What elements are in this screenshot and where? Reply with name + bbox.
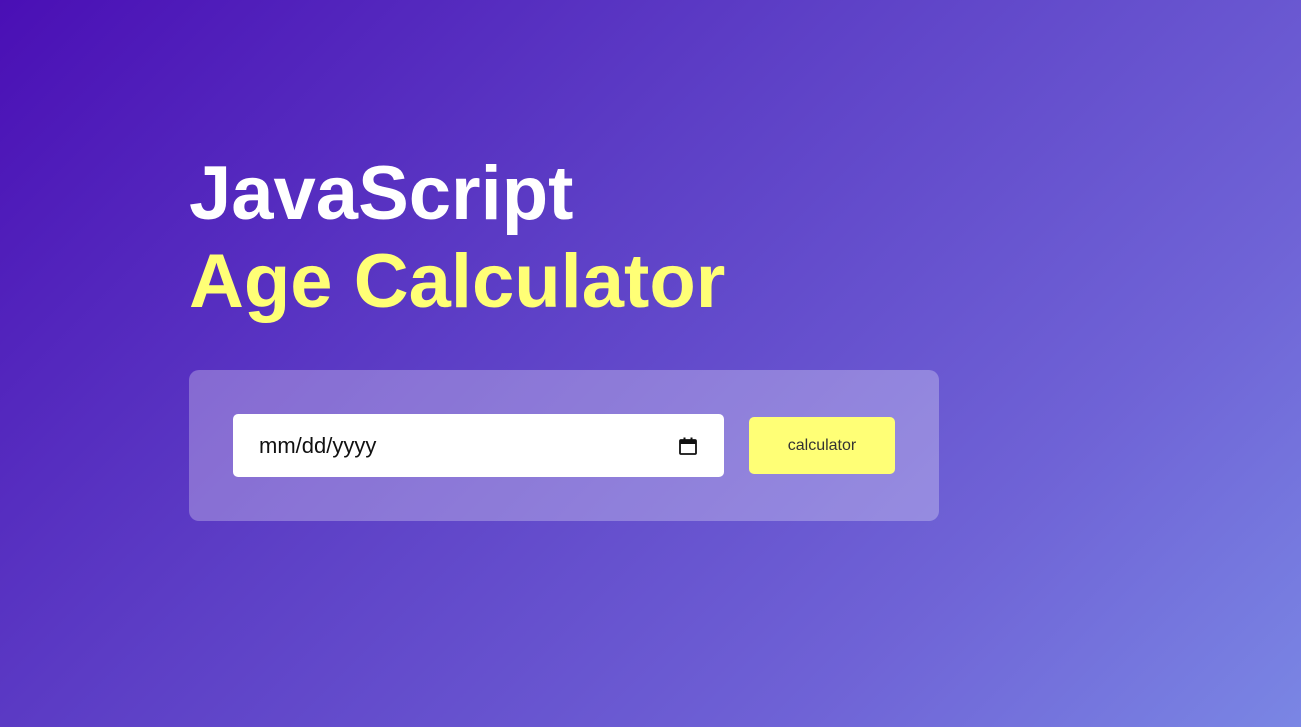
calculate-button[interactable]: calculator — [749, 417, 895, 474]
input-card: mm/dd/yyyy calculator — [189, 370, 939, 521]
page-subtitle: Age Calculator — [189, 239, 726, 324]
app-container: JavaScript Age Calculator mm/dd/yyyy cal… — [189, 150, 949, 521]
page-title: JavaScript — [189, 151, 574, 236]
date-placeholder: mm/dd/yyyy — [259, 432, 377, 458]
birthdate-input[interactable]: mm/dd/yyyy — [233, 414, 724, 477]
calendar-icon[interactable] — [678, 436, 698, 456]
